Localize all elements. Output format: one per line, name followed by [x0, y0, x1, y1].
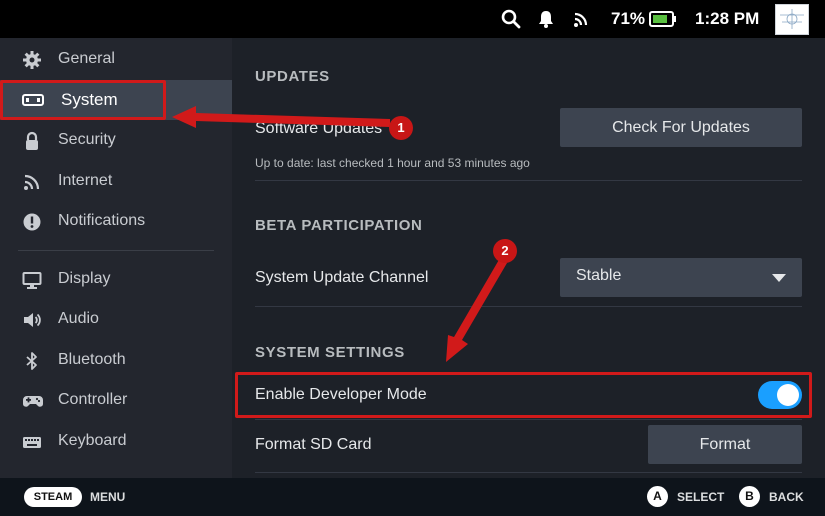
- select-hint: SELECT: [677, 490, 725, 504]
- software-updates-label: Software Updates: [255, 120, 383, 137]
- sidebar-item-label: System: [61, 90, 118, 109]
- gamepad-icon: [22, 391, 44, 411]
- gear-icon: [22, 50, 42, 70]
- notification-bell-icon[interactable]: [536, 9, 556, 29]
- system-icon: [22, 90, 44, 110]
- settings-sidebar: General System Security Internet Notific…: [0, 38, 232, 478]
- sidebar-item-keyboard[interactable]: Keyboard: [0, 421, 232, 461]
- sidebar-item-label: Notifications: [58, 212, 146, 229]
- sidebar-item-notifications[interactable]: Notifications: [0, 201, 232, 241]
- clock: 1:28 PM: [695, 9, 760, 28]
- system-settings-panel: UPDATES Software Updates Check For Updat…: [232, 38, 825, 478]
- developer-mode-label: Enable Developer Mode: [255, 386, 427, 403]
- developer-mode-toggle[interactable]: [758, 381, 802, 409]
- update-channel-value: Stable: [576, 267, 622, 284]
- update-channel-label: System Update Channel: [255, 269, 429, 286]
- sidebar-item-label: Internet: [58, 172, 113, 189]
- avatar[interactable]: [775, 4, 809, 35]
- sidebar-item-display[interactable]: Display: [0, 259, 232, 299]
- bottom-hint-bar: STEAM MENU A SELECT B BACK: [0, 478, 825, 516]
- wifi-icon[interactable]: [571, 9, 591, 29]
- alert-icon: [22, 212, 42, 232]
- section-title-updates: UPDATES: [255, 68, 330, 85]
- sidebar-item-label: Display: [58, 270, 111, 287]
- sidebar-item-audio[interactable]: Audio: [0, 299, 232, 339]
- sidebar-item-general[interactable]: General: [0, 39, 232, 79]
- row-divider: [255, 180, 802, 181]
- row-divider: [255, 472, 802, 473]
- update-channel-dropdown[interactable]: Stable: [560, 258, 802, 297]
- sidebar-divider: [18, 250, 214, 251]
- speaker-icon: [22, 310, 42, 330]
- format-sd-label: Format SD Card: [255, 436, 372, 453]
- menu-hint: MENU: [90, 490, 126, 504]
- sidebar-item-security[interactable]: Security: [0, 120, 232, 160]
- chevron-down-icon: [772, 274, 786, 282]
- sidebar-item-label: Keyboard: [58, 432, 127, 449]
- battery-icon: [649, 10, 677, 28]
- back-hint: BACK: [769, 490, 804, 504]
- update-status-text: Up to date: last checked 1 hour and 53 m…: [255, 156, 530, 170]
- row-divider: [255, 419, 802, 420]
- sidebar-item-controller[interactable]: Controller: [0, 380, 232, 420]
- status-bar: 71% 1:28 PM: [0, 0, 825, 38]
- sidebar-item-system[interactable]: System: [0, 80, 232, 120]
- sidebar-item-label: Controller: [58, 391, 128, 408]
- keyboard-icon: [22, 432, 42, 452]
- row-divider: [255, 306, 802, 307]
- toggle-knob: [777, 384, 799, 406]
- format-button[interactable]: Format: [648, 425, 802, 464]
- sidebar-item-label: Security: [58, 131, 116, 148]
- monitor-icon: [22, 270, 42, 290]
- battery-percentage: 71%: [611, 9, 646, 28]
- sidebar-item-bluetooth[interactable]: Bluetooth: [0, 340, 232, 380]
- sidebar-item-internet[interactable]: Internet: [0, 161, 232, 201]
- steam-button[interactable]: STEAM: [24, 487, 82, 507]
- lock-icon: [22, 131, 42, 151]
- section-title-system-settings: SYSTEM SETTINGS: [255, 344, 405, 361]
- a-button-icon: A: [647, 486, 668, 507]
- bluetooth-icon: [22, 351, 42, 371]
- b-button-icon: B: [739, 486, 760, 507]
- search-icon[interactable]: [501, 9, 521, 29]
- sidebar-item-label: General: [58, 50, 115, 67]
- section-title-beta: BETA PARTICIPATION: [255, 217, 423, 234]
- sidebar-item-label: Audio: [58, 310, 99, 327]
- check-for-updates-button[interactable]: Check For Updates: [560, 108, 802, 147]
- wifi-icon: [22, 172, 42, 192]
- sidebar-item-label: Bluetooth: [58, 351, 126, 368]
